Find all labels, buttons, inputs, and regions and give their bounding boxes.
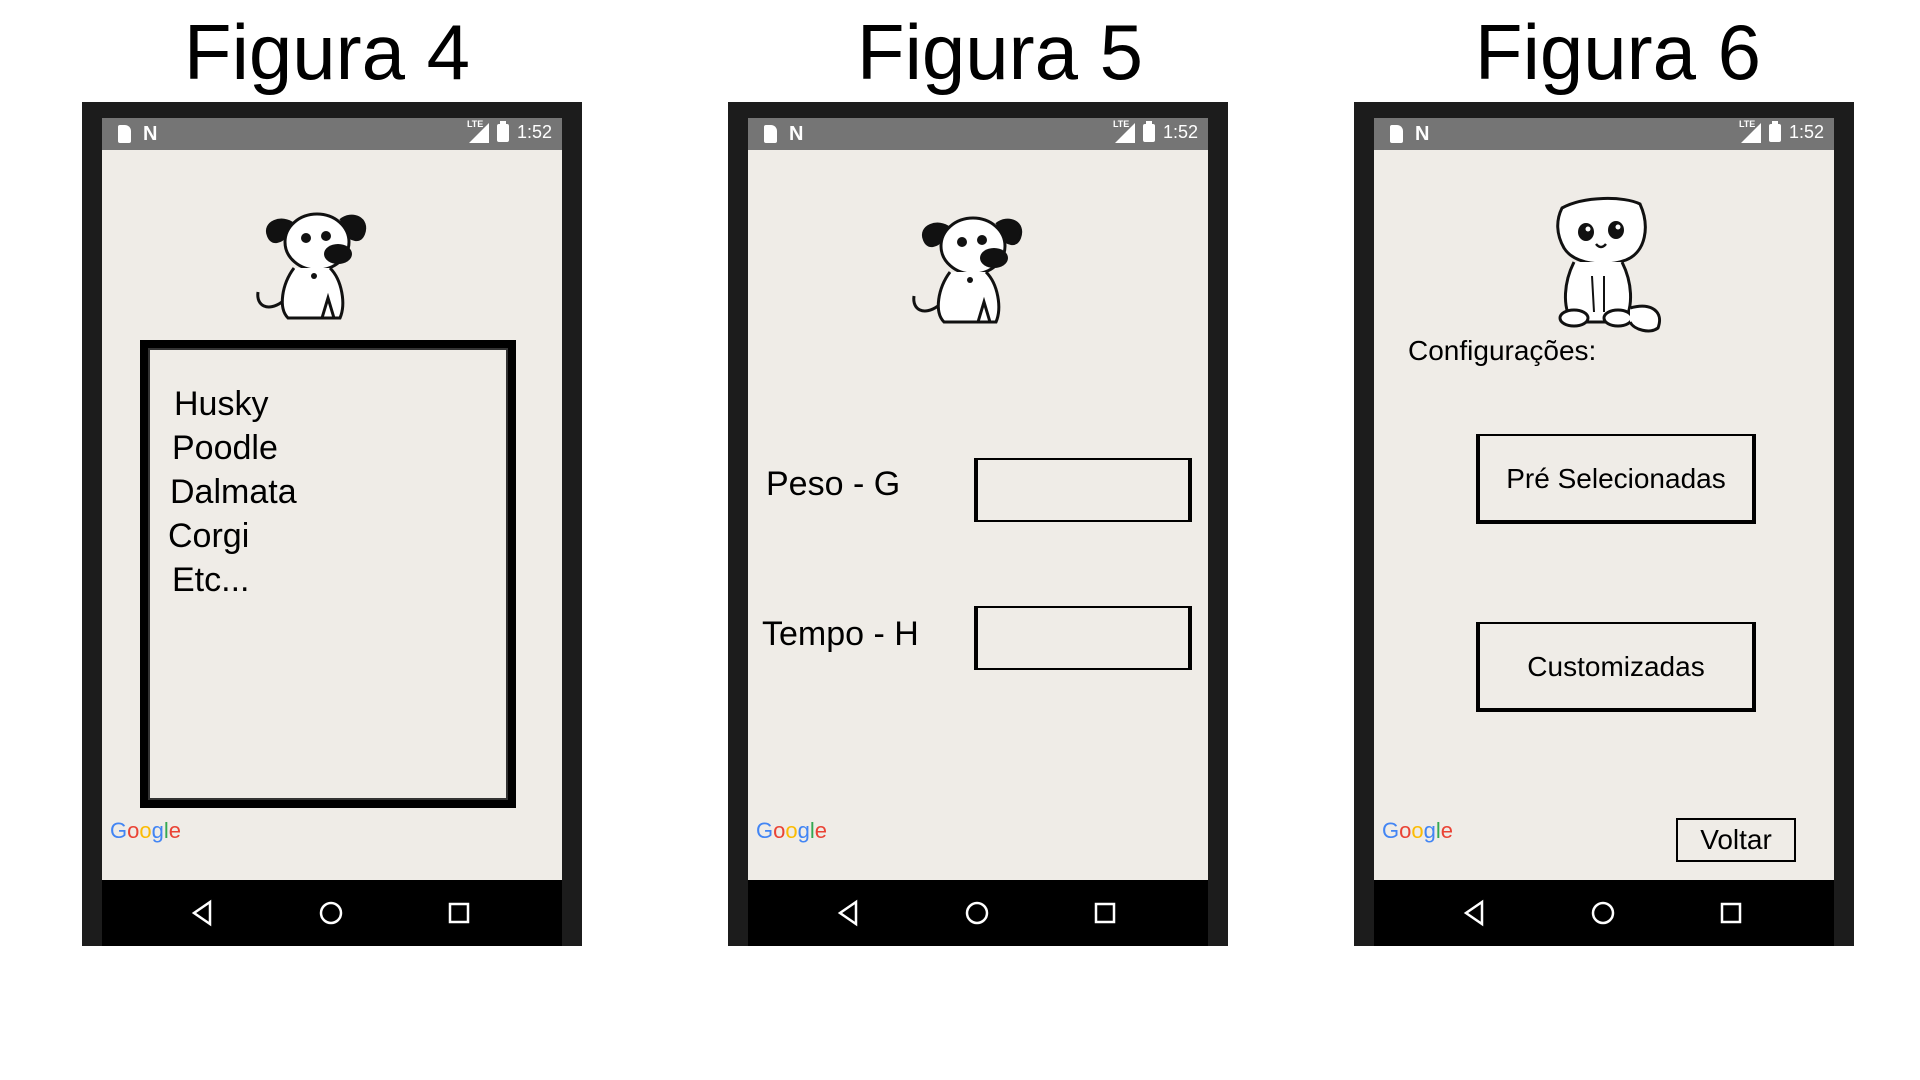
weight-label: Peso - G (766, 465, 901, 503)
signal-icon: LTE (467, 119, 489, 143)
cat-icon (1556, 196, 1661, 333)
network-label: LTE (1738, 118, 1756, 129)
home-icon[interactable] (316, 898, 346, 928)
navigation-bar (1374, 880, 1834, 946)
list-item[interactable]: Poodle (172, 428, 278, 468)
time-input[interactable] (974, 606, 1192, 670)
clock: 1:52 (516, 122, 552, 142)
list-item[interactable]: Corgi (168, 516, 249, 556)
n-notification-icon: N (1415, 123, 1430, 145)
screen: N LTE 1:52 Configurações: Pré Selecionad… (1374, 118, 1834, 880)
home-icon[interactable] (962, 898, 992, 928)
back-icon[interactable] (188, 898, 218, 928)
sd-card-icon (764, 125, 777, 143)
status-bar: N LTE 1:52 (1374, 118, 1834, 150)
preselected-button[interactable]: Pré Selecionadas (1476, 434, 1756, 524)
dog-icon (912, 216, 1023, 324)
home-icon[interactable] (1588, 898, 1618, 928)
battery-icon (1768, 120, 1781, 142)
phone-figure5: N LTE 1:52 Peso - G Tempo - H Google (728, 102, 1228, 946)
battery-icon (496, 120, 509, 142)
screen: N LTE 1:52 Husky Poodle Dalmata Corgi Et… (102, 118, 562, 880)
clock: 1:52 (1162, 122, 1198, 142)
list-item[interactable]: Etc... (172, 560, 249, 600)
figure6-title: Figura 6 (1474, 8, 1762, 96)
recent-apps-icon[interactable] (1090, 898, 1120, 928)
figure4-title: Figura 4 (183, 8, 471, 96)
list-item[interactable]: Husky (174, 384, 268, 424)
google-logo: Google (756, 818, 828, 843)
recent-apps-icon[interactable] (1716, 898, 1746, 928)
figure5-title: Figura 5 (856, 8, 1144, 96)
phone-figure6: N LTE 1:52 Configurações: Pré Selecionad… (1354, 102, 1854, 946)
weight-input[interactable] (974, 458, 1192, 522)
clock: 1:52 (1788, 122, 1824, 142)
back-icon[interactable] (1460, 898, 1490, 928)
back-icon[interactable] (834, 898, 864, 928)
network-label: LTE (466, 118, 484, 129)
time-label: Tempo - H (762, 615, 919, 653)
customized-button[interactable]: Customizadas (1476, 622, 1756, 712)
network-label: LTE (1112, 118, 1130, 129)
signal-icon: LTE (1113, 119, 1135, 143)
status-bar: N LTE 1:52 (748, 118, 1208, 150)
navigation-bar (748, 880, 1208, 946)
breed-list[interactable]: Husky Poodle Dalmata Corgi Etc... (140, 340, 516, 808)
google-logo: Google (1382, 818, 1454, 843)
back-button[interactable]: Voltar (1676, 818, 1796, 862)
screen: N LTE 1:52 Peso - G Tempo - H Google (748, 118, 1208, 880)
google-logo: Google (110, 818, 182, 843)
sd-card-icon (1390, 125, 1403, 143)
status-bar: N LTE 1:52 (102, 118, 562, 150)
battery-icon (1142, 120, 1155, 142)
config-label: Configurações: (1408, 335, 1597, 366)
phone-figure4: N LTE 1:52 Husky Poodle Dalmata Corgi Et… (82, 102, 582, 946)
n-notification-icon: N (789, 123, 804, 145)
recent-apps-icon[interactable] (444, 898, 474, 928)
n-notification-icon: N (143, 123, 158, 145)
navigation-bar (102, 880, 562, 946)
signal-icon: LTE (1739, 119, 1761, 143)
sd-card-icon (118, 125, 131, 143)
list-item[interactable]: Dalmata (170, 472, 297, 512)
dog-icon (256, 212, 367, 320)
